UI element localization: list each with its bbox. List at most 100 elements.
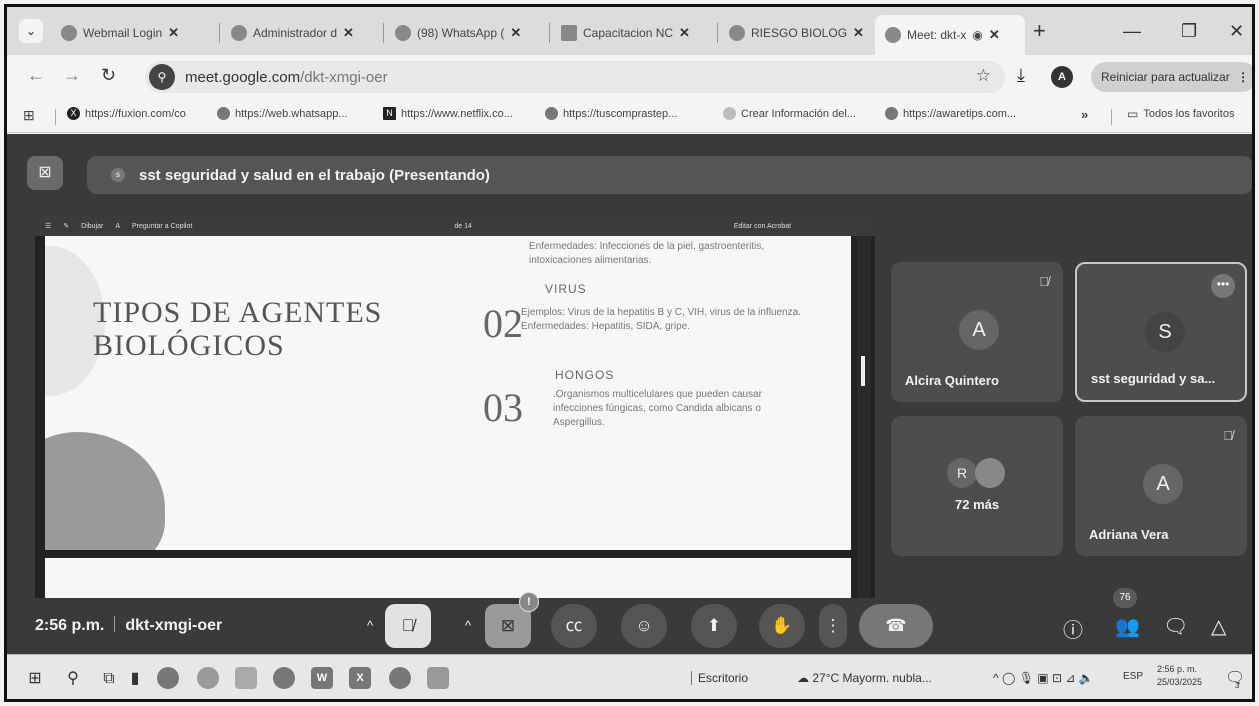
captions-button[interactable]: ㏄ xyxy=(551,604,597,648)
bookmark-netflix[interactable]: Nhttps://www.netflix.co... xyxy=(383,107,513,120)
participant-tile-more[interactable]: R 72 más xyxy=(891,416,1063,556)
participant-photo xyxy=(975,458,1005,488)
tab-webmail[interactable]: Webmail Login ✕ xyxy=(51,15,189,51)
text-icon: A xyxy=(115,222,121,230)
bookmark-crear-informacion[interactable]: Crear Información del... xyxy=(723,107,856,120)
tab-riesgo-biologico[interactable]: RIESGO BIOLOG ✕ xyxy=(719,15,874,51)
system-tray-icons[interactable]: ^ ◯ 🎙 ▣ ⊡ ⊿ 🔈 xyxy=(993,671,1094,685)
chrome-profile-icon[interactable] xyxy=(389,667,411,689)
meeting-code: dkt-xmgi-oer xyxy=(125,617,223,634)
present-screen-button[interactable]: ⬆ xyxy=(691,604,737,648)
file-explorer-icon[interactable] xyxy=(235,667,257,689)
people-icon[interactable]: 👥 xyxy=(1115,614,1140,639)
bookmark-whatsapp[interactable]: https://web.whatsapp... xyxy=(217,107,348,120)
word-icon[interactable]: W xyxy=(311,667,333,689)
input-language[interactable]: ESP xyxy=(1123,671,1143,682)
new-tab-button[interactable]: + xyxy=(1033,20,1046,42)
minimize-icon[interactable]: — xyxy=(1123,21,1141,42)
pdf-toolbar: ☰ ✎ Dibujar A Preguntar a Copilot de 14 … xyxy=(35,216,875,236)
back-icon[interactable]: ← xyxy=(27,65,45,86)
download-icon[interactable]: ⤓ xyxy=(1017,65,1025,86)
task-view-icon[interactable]: ⧉ xyxy=(99,669,119,689)
excel-icon[interactable]: X xyxy=(349,667,371,689)
bookmark-star-icon[interactable]: ☆ xyxy=(976,66,991,86)
address-bar[interactable]: ⚲ meet.google.com/dkt-xmgi-oer ☆ xyxy=(145,61,1005,93)
sheet-icon xyxy=(561,25,577,41)
audio-options-chevron-icon[interactable]: ^ xyxy=(355,604,385,648)
close-icon[interactable]: ✕ xyxy=(853,25,864,41)
close-icon[interactable]: ✕ xyxy=(989,27,1000,43)
close-window-icon[interactable]: ✕ xyxy=(1229,21,1244,42)
url-host: meet.google.com xyxy=(185,68,301,86)
all-favorites-folder[interactable]: ▭ Todos los favoritos xyxy=(1127,107,1234,121)
more-options-icon[interactable]: ••• xyxy=(1211,274,1235,298)
participant-tile-selected[interactable]: ••• S sst seguridad y sa... xyxy=(1075,262,1247,402)
reload-icon[interactable]: ↻ xyxy=(101,65,116,86)
participant-tile[interactable]: 🎙̸ A Alcira Quintero xyxy=(891,262,1063,402)
more-options-button[interactable]: ⋮ xyxy=(819,604,847,648)
search-icon[interactable]: ⚲ xyxy=(63,669,83,689)
teams-icon[interactable] xyxy=(427,667,449,689)
item-text: .Organismos multicelulares que pueden ca… xyxy=(553,389,762,428)
url-text: meet.google.com/dkt-xmgi-oer xyxy=(185,69,388,86)
tab-capacitacion[interactable]: Capacitacion NC ✕ xyxy=(551,15,700,51)
bookmark-label: https://web.whatsapp... xyxy=(235,107,348,120)
bookmark-tuscompras[interactable]: https://tuscomprastep... xyxy=(545,107,677,120)
menu-icon[interactable]: ⋮ xyxy=(1237,70,1249,84)
close-icon[interactable]: ✕ xyxy=(679,25,690,41)
close-icon[interactable]: ✕ xyxy=(510,25,521,41)
leave-call-button[interactable]: ☎ xyxy=(859,604,933,648)
slide-decoration xyxy=(45,432,165,550)
forward-icon[interactable]: → xyxy=(63,65,81,86)
screen-frame: ⌄ Webmail Login ✕ Administrador d ✕ (98)… xyxy=(4,4,1255,702)
windows-start-icon[interactable]: ⊞ xyxy=(25,669,45,689)
edge-icon[interactable] xyxy=(197,667,219,689)
bookmark-awaretips[interactable]: https://awaretips.com... xyxy=(885,107,1016,120)
folder-icon: ▭ xyxy=(1127,107,1139,121)
chrome-icon[interactable] xyxy=(273,667,295,689)
microphone-off-button[interactable]: 🎙̸ xyxy=(385,604,431,648)
tab-administrador[interactable]: Administrador d ✕ xyxy=(221,15,364,51)
globe-icon xyxy=(729,25,745,41)
clock-time: 2:56 p. m. xyxy=(1157,664,1198,674)
system-clock[interactable]: 2:56 p. m. 25/03/2025 xyxy=(1157,663,1202,689)
restart-to-update-button[interactable]: Reiniciar para actualizar ⋮ xyxy=(1091,62,1252,92)
tab-label: Meet: dkt-x xyxy=(907,28,967,42)
tab-whatsapp[interactable]: (98) WhatsApp ( ✕ xyxy=(385,15,531,51)
participant-name: sst seguridad y sa... xyxy=(1091,371,1216,386)
presentation-toggle-icon[interactable]: ⊠ xyxy=(27,156,63,190)
participant-tile[interactable]: 🎙̸ A Adriana Vera xyxy=(1075,416,1247,556)
emoji-reaction-button[interactable]: ☺ xyxy=(621,604,667,648)
profile-avatar[interactable]: A xyxy=(1051,66,1073,88)
bookmark-fuxion[interactable]: Xhttps://fuxion.com/co xyxy=(67,107,186,120)
meeting-details-icon[interactable]: ⓘ xyxy=(1063,614,1083,643)
chat-icon[interactable]: 🗨 xyxy=(1163,614,1188,639)
desktop-toolbar-label[interactable]: Escritorio xyxy=(691,671,749,685)
apps-grid-icon[interactable]: ⊞ xyxy=(23,107,35,124)
item-number: 03 xyxy=(483,385,523,430)
participant-name: Alcira Quintero xyxy=(905,373,999,388)
scrollbar-thumb[interactable] xyxy=(861,356,865,386)
globe-icon xyxy=(723,107,736,120)
close-icon[interactable]: ✕ xyxy=(168,25,179,41)
bookmarks-overflow[interactable]: » xyxy=(1081,107,1088,122)
tab-meet-active[interactable]: Meet: dkt-x ◉ ✕ xyxy=(875,15,1025,55)
weather-icon: ☁ xyxy=(797,671,813,685)
mic-off-icon: 🎙̸ xyxy=(1039,274,1049,289)
meet-controls-bar: 2:56 p.m. dkt-xmgi-oer ^ 🎙̸ ^ ⊠ ! ㏄ ☺ ⬆ ✋… xyxy=(7,588,1252,654)
close-icon[interactable]: ✕ xyxy=(343,25,354,41)
presentation-title: sst seguridad y salud en el trabajo (Pre… xyxy=(139,166,490,184)
widgets-icon[interactable]: ▮ xyxy=(125,669,145,689)
tab-search-button[interactable]: ⌄ xyxy=(19,19,43,43)
site-info-icon[interactable]: ⚲ xyxy=(149,64,175,90)
restore-icon[interactable]: ❐ xyxy=(1181,21,1197,42)
taskbar-app-icon[interactable] xyxy=(157,667,179,689)
item-heading: HONGOS xyxy=(555,368,615,382)
raise-hand-button[interactable]: ✋ xyxy=(759,604,805,648)
weather-widget[interactable]: ☁ 27°C Mayorm. nubla... xyxy=(797,671,932,685)
slide-scrollbar[interactable] xyxy=(857,236,871,598)
activities-icon[interactable]: △ xyxy=(1211,614,1226,639)
slide-title: TIPOS DE AGENTES BIOLÓGICOS xyxy=(93,296,382,362)
meet-icon xyxy=(885,27,901,43)
video-options-chevron-icon[interactable]: ^ xyxy=(453,604,483,648)
